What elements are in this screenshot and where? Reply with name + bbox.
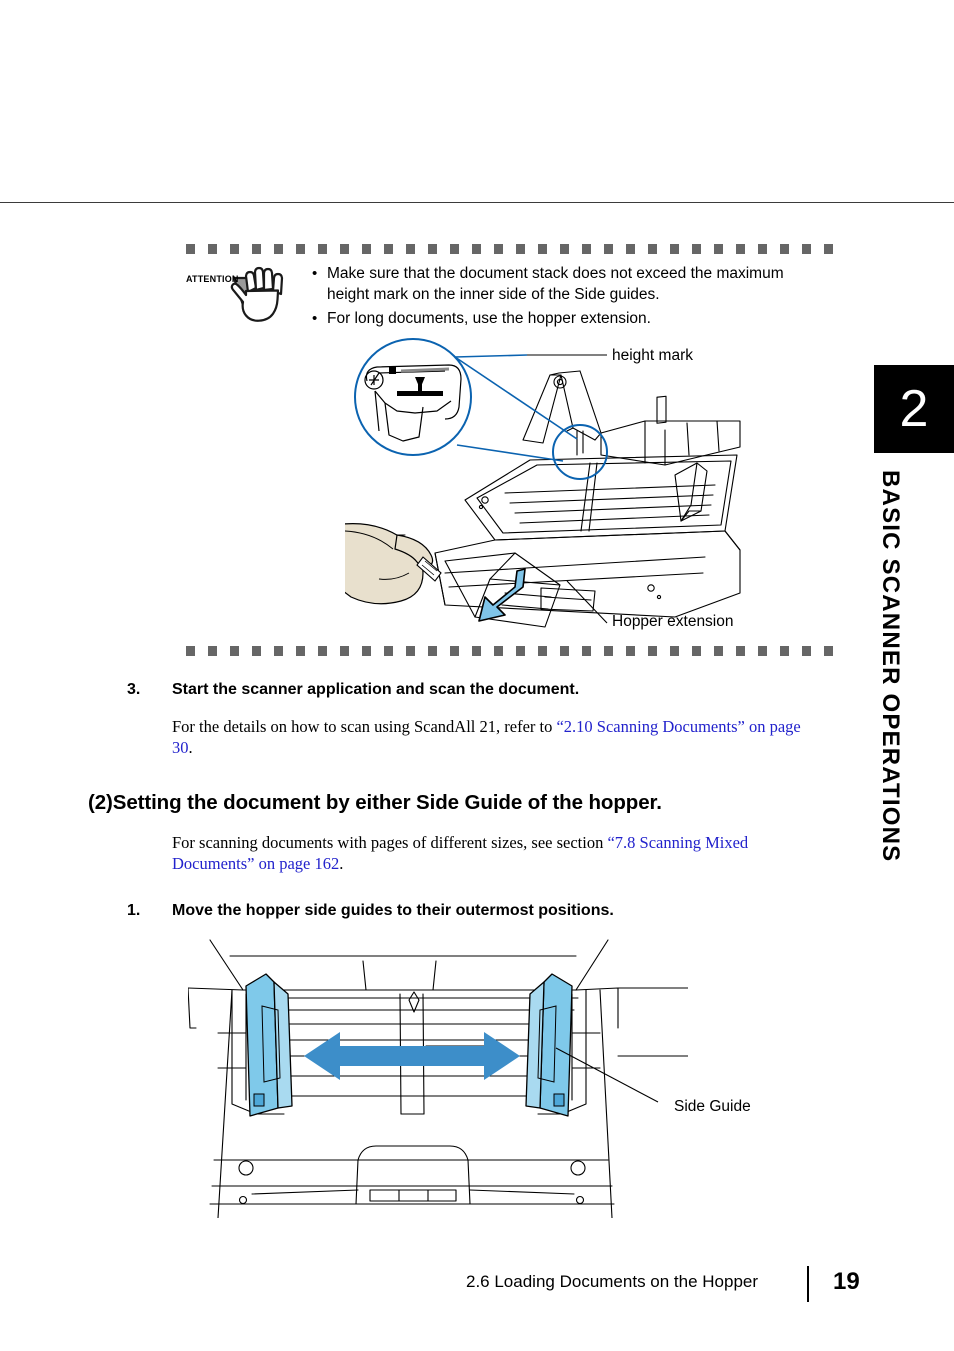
hand-illustration — [332, 523, 442, 605]
figure-side-guides — [187, 928, 689, 1219]
attention-box-bottom-border — [186, 646, 838, 656]
double-arrow-icon — [304, 1032, 520, 1080]
scanner-side-guides-diagram — [187, 939, 689, 1219]
label-hopper-extension: Hopper extension — [612, 613, 734, 630]
section-2-body-post: . — [339, 854, 344, 873]
footer-section-title: 2.6 Loading Documents on the Hopper — [466, 1272, 759, 1291]
attention-hand-triangle-icon — [230, 266, 284, 322]
section-heading-2: (2)Setting the document by either Side G… — [88, 791, 662, 814]
section-2-body-pre: For scanning documents with pages of dif… — [172, 833, 608, 852]
step-1-title: Move the hopper side guides to their out… — [172, 902, 614, 919]
attention-label: ATTENTION — [186, 274, 239, 284]
list-item: • Make sure that the document stack does… — [310, 263, 810, 305]
section-2-body: For scanning documents with pages of dif… — [172, 832, 797, 874]
label-side-guide: Side Guide — [674, 1098, 751, 1115]
figure-hopper-extension — [332, 335, 745, 635]
leader-line-hopper-extension — [566, 580, 608, 624]
attention-item-text: Make sure that the document stack does n… — [327, 265, 784, 303]
step-3-body-post: . — [188, 738, 193, 757]
side-guide-right — [525, 973, 573, 1117]
pull-direction-arrow-icon — [478, 568, 526, 622]
attention-box-top-border — [186, 244, 838, 254]
step-3-body: For the details on how to scan using Sca… — [172, 716, 812, 758]
side-guide-left — [245, 973, 293, 1117]
bullet-icon: • — [312, 310, 318, 327]
attention-icon: ATTENTION — [186, 262, 298, 322]
attention-bullet-list: • Make sure that the document stack does… — [310, 263, 810, 332]
step-3-body-pre: For the details on how to scan using Sca… — [172, 717, 557, 736]
footer-separator — [807, 1266, 809, 1302]
step-3-number: 3. — [127, 681, 141, 698]
step-3-title: Start the scanner application and scan t… — [172, 681, 580, 698]
chapter-number-tab: 2 — [874, 365, 954, 453]
step-1-number: 1. — [127, 902, 141, 919]
page-number: 19 — [833, 1268, 860, 1295]
label-height-mark: height mark — [612, 347, 693, 364]
bullet-icon: • — [312, 265, 318, 282]
scanner-hopper-extension-diagram — [332, 338, 741, 628]
header-rule — [0, 202, 954, 203]
chapter-title-vertical: BASIC SCANNER OPERATIONS — [877, 470, 904, 863]
list-item: • For long documents, use the hopper ext… — [310, 308, 810, 329]
attention-item-text: For long documents, use the hopper exten… — [327, 310, 651, 327]
